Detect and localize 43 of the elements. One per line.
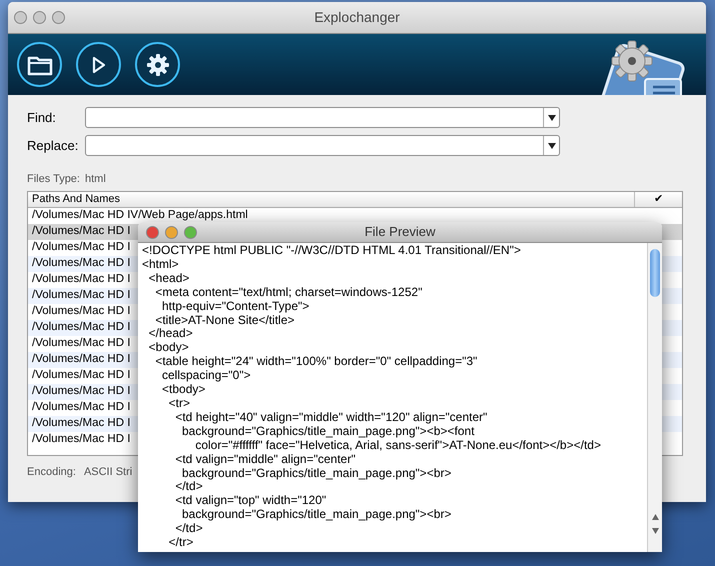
files-type-label: Files Type: <box>27 172 80 187</box>
encoding-value: ASCII Stri <box>84 464 132 480</box>
toolbar-button[interactable] <box>135 42 180 87</box>
window-control-icon[interactable] <box>33 11 46 24</box>
path-text: /Volumes/Mac HD I <box>32 336 130 351</box>
path-text: /Volumes/Mac HD I <box>32 416 130 431</box>
settings-icon <box>146 52 170 76</box>
scrollbar[interactable] <box>647 243 662 552</box>
path-text: /Volumes/Mac HD I <box>32 272 130 287</box>
path-text: /Volumes/Mac HD I <box>32 288 130 303</box>
window-control-icon[interactable] <box>165 226 178 238</box>
code-text: <!DOCTYPE html PUBLIC "-//W3C//DTD HTML 4.01 Transitional//EN"> <html> <head> <meta content="text/html; charset=windows-1252" http-equiv="Content-Type"> <title>AT-None Site</title> </head> <body> <table height="24" width="100%" border="0" cellpadding="3" cellspacing="0"> <tbody> <tr> <td height="40" valign="middle" width="120" align="center" background="Graphics/title_main_page.png"><b><font color="#ffffff" face="Helvetica, Arial, sans-serif">AT-None.eu</font></b></td> <td valign="middle" align="center" background="Graphics/title_main_page.png"><br> </td> <td valign="top" width="120" background="Graphics/title_main_page.png"><br> </td> </tr> <box>141 243 602 552</box>
path-text: /Volumes/Mac HD I <box>32 400 130 415</box>
field-label: Find: <box>27 108 57 127</box>
files-type-value: html <box>85 172 106 187</box>
combo-field[interactable] <box>85 107 560 128</box>
path-text: /Volumes/Mac HD I <box>32 352 130 367</box>
encoding-label: Encoding: <box>27 464 76 480</box>
toolbar-button[interactable] <box>17 42 62 87</box>
combo-field[interactable] <box>85 135 560 156</box>
dropdown-arrow-icon[interactable] <box>543 108 559 127</box>
path-text: /Volumes/Mac HD I <box>32 320 130 335</box>
path-text: /Volumes/Mac HD IV/Web Page/apps.html <box>32 208 248 223</box>
window-control-icon[interactable] <box>184 226 197 238</box>
window-control-icon[interactable] <box>146 226 159 238</box>
path-text: /Volumes/Mac HD I <box>32 368 130 383</box>
window-title: Explochanger <box>314 8 400 27</box>
path-text: /Volumes/Mac HD I <box>32 240 130 255</box>
path-text: /Volumes/Mac HD I <box>32 384 130 399</box>
path-text: /Volumes/Mac HD I <box>32 224 130 239</box>
column-header[interactable]: Paths And Names <box>28 192 635 206</box>
field-label: Replace: <box>27 136 80 155</box>
dropdown-arrow-icon[interactable] <box>543 136 559 155</box>
window-control-icon[interactable] <box>52 11 65 24</box>
window-title: File Preview <box>364 223 436 242</box>
play-icon <box>92 56 106 74</box>
path-text: /Volumes/Mac HD I <box>32 432 130 447</box>
column-header[interactable]: ✔ <box>635 192 682 206</box>
scroll-thumb[interactable] <box>650 249 660 297</box>
toolbar-button[interactable] <box>76 42 121 87</box>
path-text: /Volumes/Mac HD I <box>32 304 130 319</box>
window-control-icon[interactable] <box>14 11 27 24</box>
path-text: /Volumes/Mac HD I <box>32 256 130 271</box>
